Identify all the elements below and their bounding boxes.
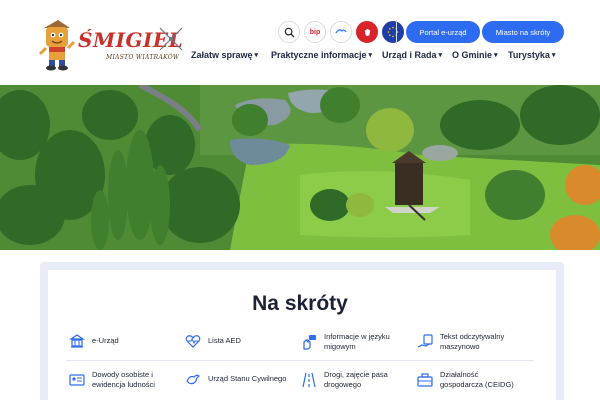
quick-item-label: e-Urząd <box>92 336 119 345</box>
emblem-icon[interactable] <box>356 21 378 43</box>
nav-item-zalatw-sprawe[interactable]: Załatw sprawę ▾ <box>191 50 258 60</box>
chevron-down-icon: ▾ <box>551 52 556 59</box>
quick-item-label: Tekst odczytywalny maszynowo <box>440 332 505 351</box>
quick-item-label: Lista AED <box>208 336 241 345</box>
nav-label: Urząd i Rada <box>382 50 437 60</box>
quick-item-lista-aed[interactable]: Lista AED <box>184 332 241 350</box>
quick-item-tekst-odczytywalny[interactable]: Tekst odczytywalny maszynowo <box>416 332 522 352</box>
quick-item-label: Informacje w języku migowym <box>324 332 390 351</box>
main-nav: Załatw sprawę ▾ Praktyczne informacje ▾ Ur… <box>0 50 600 66</box>
chevron-down-icon: ▾ <box>438 52 443 59</box>
chevron-down-icon: ▾ <box>254 52 259 59</box>
id-card-icon <box>68 371 86 389</box>
nav-label: O Gminie <box>452 50 493 60</box>
quick-item-dowody-osobiste[interactable]: Dowody osobiste i ewidencja ludności <box>68 370 168 390</box>
nav-item-urzad-i-rada[interactable]: Urząd i Rada ▾ <box>382 50 442 60</box>
quick-item-label: Drogi, zajęcie pasa drogowego <box>324 370 388 389</box>
hero-image <box>0 85 600 250</box>
bip-icon[interactable]: bip <box>304 21 326 43</box>
page: ŚMIGIEL MIASTO WIATRAKÓW bip Portal e-ur… <box>0 0 600 400</box>
sign-language-icon[interactable] <box>330 21 352 43</box>
search-icon[interactable] <box>278 21 300 43</box>
building-icon <box>68 332 86 350</box>
nav-label: Praktyczne informacje <box>271 50 367 60</box>
nav-item-praktyczne-informacje[interactable]: Praktyczne informacje ▾ <box>271 50 372 60</box>
row-divider <box>66 360 534 361</box>
heart-pulse-icon <box>184 332 202 350</box>
eu-flag-icon[interactable] <box>382 21 404 43</box>
quick-item-jezyk-migowy[interactable]: Informacje w języku migowym <box>300 332 394 352</box>
quick-item-label: Dowody osobiste i ewidencja ludności <box>92 370 155 389</box>
utility-icons: bip <box>278 21 404 43</box>
nav-label: Turystyka <box>508 50 550 60</box>
header-divider <box>396 20 397 44</box>
quick-item-drogi[interactable]: Drogi, zajęcie pasa drogowego <box>300 370 394 390</box>
hand-document-icon <box>416 333 434 351</box>
chevron-down-icon: ▾ <box>494 52 498 59</box>
nav-item-turystyka[interactable]: Turystyka ▾ <box>508 50 555 60</box>
nav-label: Załatw sprawę <box>191 50 253 60</box>
quick-item-e-urzad[interactable]: e-Urząd <box>68 332 119 350</box>
section-title: Na skróty <box>252 292 348 315</box>
road-icon <box>300 371 318 389</box>
bip-label: bip <box>309 28 321 36</box>
briefcase-icon <box>416 371 434 389</box>
quick-item-usc[interactable]: Urząd Stanu Cywilnego <box>184 370 286 388</box>
doves-icon <box>184 370 202 388</box>
quick-item-label: Urząd Stanu Cywilnego <box>208 374 287 383</box>
quick-item-label: Działalność gospodarcza (CEIDG) <box>440 370 514 389</box>
nav-item-o-gminie[interactable]: O Gminie ▾ <box>452 50 498 60</box>
sign-language-icon <box>300 333 318 351</box>
miasto-na-skroty-button[interactable]: Miasto na skróty <box>482 21 564 43</box>
quick-item-dzialalnosc[interactable]: Działalność gospodarcza (CEIDG) <box>416 370 522 390</box>
site-header: ŚMIGIEL MIASTO WIATRAKÓW bip Portal e-ur… <box>0 0 600 85</box>
portal-e-urzad-button[interactable]: Portal e-urząd <box>406 21 480 43</box>
chevron-down-icon: ▾ <box>368 52 373 59</box>
